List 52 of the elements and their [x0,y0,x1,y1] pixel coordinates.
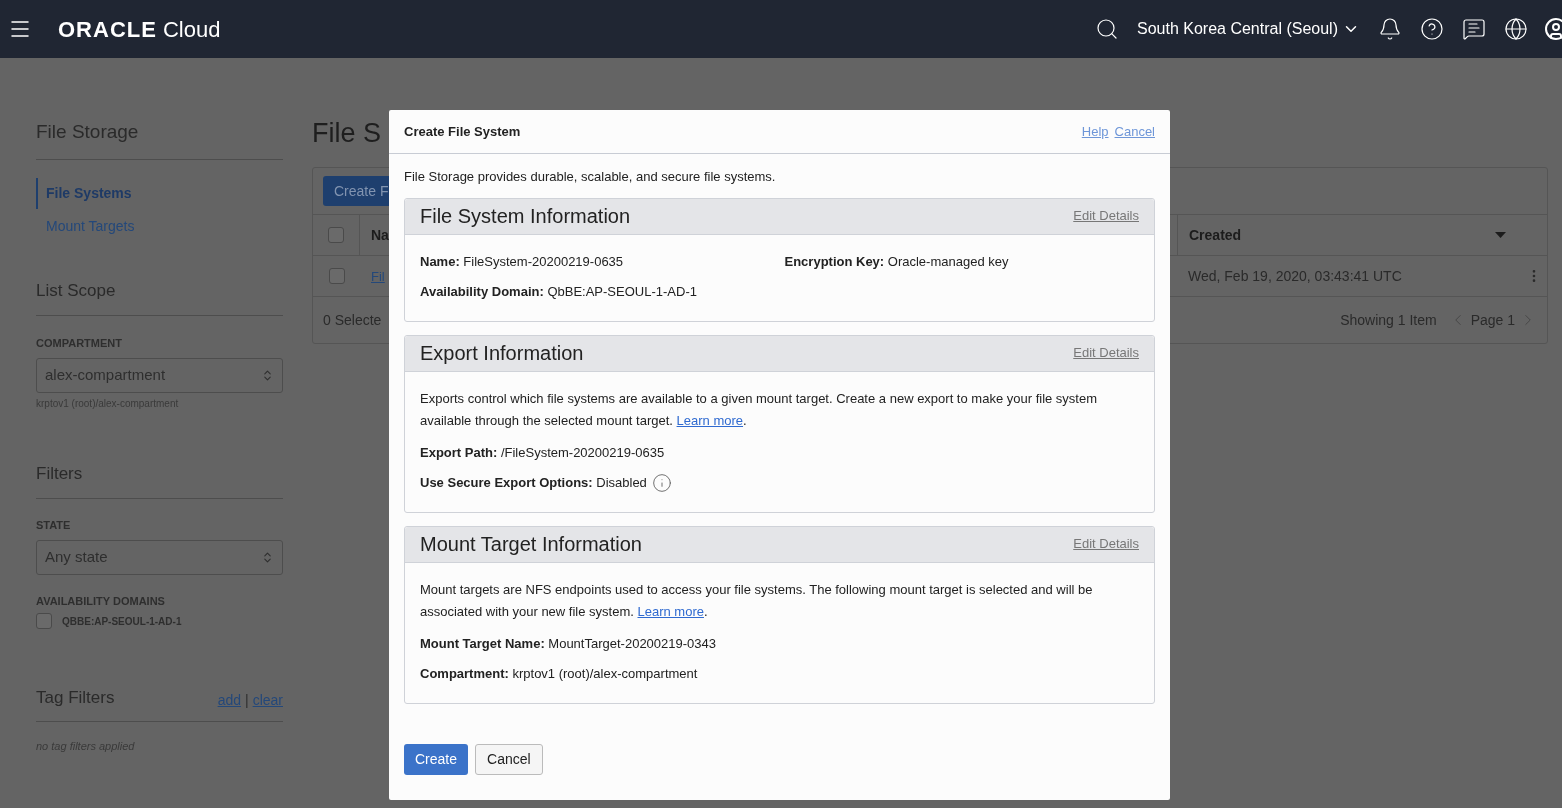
create-button[interactable]: Create [404,743,469,775]
column-header[interactable]: Created [1177,215,1547,255]
checkbox[interactable] [328,268,345,284]
separator-text: | [245,690,249,710]
field-text: Availability Domain: QbBE:AP-SEOUL-1-AD-1 [420,282,697,301]
brand-logo[interactable]: ORACLE Cloud [58,12,221,46]
table-cell-text: Wed, Feb 19, 2020, 03:43:41 UTC [1188,266,1402,286]
edit-details-link[interactable]: Edit Details [1073,343,1139,363]
selection-count: 0 Selecte [323,310,382,330]
dialog-title: Create File System [404,122,521,141]
section-heading: Export Information [420,341,584,366]
column-label: Na [371,225,389,245]
bell-icon[interactable] [1378,17,1402,41]
section-heading: Mount Target Information [420,532,642,557]
select-arrows-icon [261,550,274,564]
learn-more-link[interactable]: Learn more [676,412,744,428]
section-title: List Scope [36,279,117,302]
select-arrows-icon [261,368,274,382]
user-icon[interactable] [1544,17,1562,41]
globe-icon[interactable] [1504,17,1528,41]
cancel-link[interactable]: Cancel [1114,121,1155,142]
field-text: Mount Target Name: MountTarget-20200219-0343 [420,634,716,653]
edit-details-link[interactable]: Edit Details [1073,534,1139,554]
field-text: Compartment: krptov1 (root)/alex-compartment [420,664,698,683]
cancel-button[interactable]: Cancel [475,743,543,775]
checkbox[interactable] [328,227,344,243]
item-count: Showing 1 Item [1340,310,1437,330]
section-description: Exports control which file systems are available to a given mount target. Create a new export to make your file system available through the selected mount target. Learn more. [420,389,1099,430]
field-text: Name: FileSystem-20200219-0635 [420,252,624,271]
page-indicator: Page 1 [1470,310,1515,330]
field-text: Encryption Key: Oracle-managed key [784,252,1009,271]
edit-details-link[interactable]: Edit Details [1073,206,1139,226]
column-label: Created [1189,225,1242,245]
checkbox[interactable] [36,613,52,629]
chat-icon[interactable] [1462,17,1486,41]
help-link[interactable]: Help [1081,121,1109,142]
learn-more-link[interactable]: Learn more [637,603,704,619]
region-selector[interactable]: South Korea Central (Seoul) [1137,17,1360,41]
search-icon[interactable] [1095,17,1119,41]
field-text: Use Secure Export Options: Disabled [420,473,647,492]
section-title: Tag Filters [36,687,115,709]
sort-caret-icon[interactable] [1495,232,1506,238]
dialog-description: File Storage provides durable, scalable, and secure file systems. [403,168,777,186]
help-icon[interactable] [1420,17,1444,41]
page-title: File S [312,117,382,150]
sidebar-item[interactable]: File Systems [36,177,283,209]
section-heading: File System Information [420,204,631,229]
info-icon[interactable] [651,472,672,493]
section-title: Filters [36,462,84,485]
section-description: Mount targets are NFS endpoints used to access your file systems. The following mount target is selected and will be associated with your new file system. Learn more. [420,580,1094,621]
field-text: Export Path: /FileSystem-20200219-0635 [420,443,665,462]
sidebar-title: File Storage [35,120,140,144]
